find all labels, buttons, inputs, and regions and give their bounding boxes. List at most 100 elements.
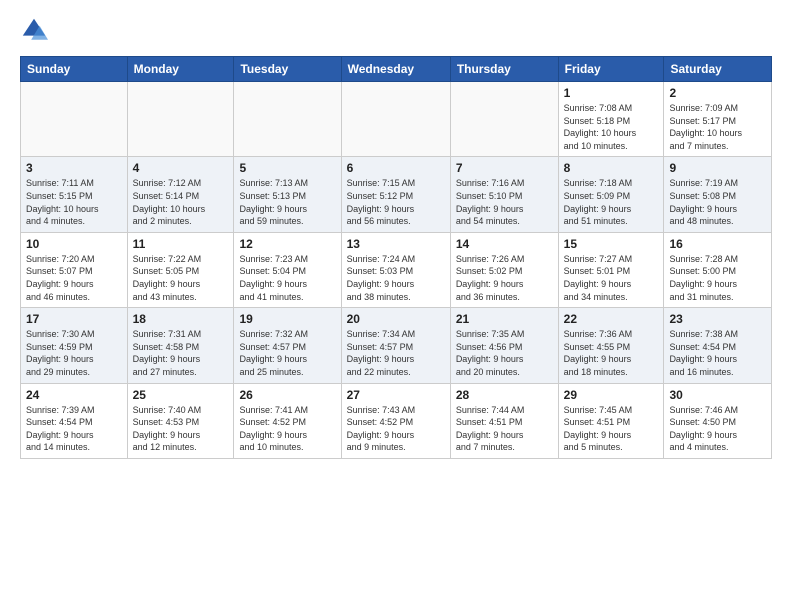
- calendar-cell: [341, 82, 450, 157]
- week-row-1: 1 Sunrise: 7:08 AM Sunset: 5:18 PM Daylig…: [21, 82, 772, 157]
- day-info: Sunrise: 7:24 AM Sunset: 5:03 PM Dayligh…: [347, 253, 445, 303]
- day-number: 17: [26, 312, 122, 326]
- day-number: 16: [669, 237, 766, 251]
- calendar-cell: 9 Sunrise: 7:19 AM Sunset: 5:08 PM Daylig…: [664, 157, 772, 232]
- calendar-cell: 1 Sunrise: 7:08 AM Sunset: 5:18 PM Daylig…: [558, 82, 664, 157]
- week-row-2: 3 Sunrise: 7:11 AM Sunset: 5:15 PM Daylig…: [21, 157, 772, 232]
- day-number: 5: [239, 161, 335, 175]
- day-info: Sunrise: 7:38 AM Sunset: 4:54 PM Dayligh…: [669, 328, 766, 378]
- day-number: 10: [26, 237, 122, 251]
- calendar-cell: [450, 82, 558, 157]
- weekday-header-monday: Monday: [127, 57, 234, 82]
- day-info: Sunrise: 7:19 AM Sunset: 5:08 PM Dayligh…: [669, 177, 766, 227]
- day-number: 21: [456, 312, 553, 326]
- day-info: Sunrise: 7:32 AM Sunset: 4:57 PM Dayligh…: [239, 328, 335, 378]
- weekday-header-sunday: Sunday: [21, 57, 128, 82]
- day-number: 9: [669, 161, 766, 175]
- day-info: Sunrise: 7:43 AM Sunset: 4:52 PM Dayligh…: [347, 404, 445, 454]
- day-number: 29: [564, 388, 659, 402]
- page: SundayMondayTuesdayWednesdayThursdayFrid…: [0, 0, 792, 475]
- day-info: Sunrise: 7:23 AM Sunset: 5:04 PM Dayligh…: [239, 253, 335, 303]
- day-info: Sunrise: 7:45 AM Sunset: 4:51 PM Dayligh…: [564, 404, 659, 454]
- calendar-cell: 26Sunrise: 7:41 AM Sunset: 4:52 PM Dayli…: [234, 383, 341, 458]
- day-info: Sunrise: 7:28 AM Sunset: 5:00 PM Dayligh…: [669, 253, 766, 303]
- logo-icon: [20, 16, 48, 44]
- calendar-cell: 14Sunrise: 7:26 AM Sunset: 5:02 PM Dayli…: [450, 232, 558, 307]
- day-info: Sunrise: 7:08 AM Sunset: 5:18 PM Dayligh…: [564, 102, 659, 152]
- day-info: Sunrise: 7:35 AM Sunset: 4:56 PM Dayligh…: [456, 328, 553, 378]
- day-info: Sunrise: 7:34 AM Sunset: 4:57 PM Dayligh…: [347, 328, 445, 378]
- day-number: 6: [347, 161, 445, 175]
- day-number: 7: [456, 161, 553, 175]
- day-number: 23: [669, 312, 766, 326]
- calendar-cell: 28Sunrise: 7:44 AM Sunset: 4:51 PM Dayli…: [450, 383, 558, 458]
- day-number: 15: [564, 237, 659, 251]
- day-number: 2: [669, 86, 766, 100]
- week-row-4: 17 Sunrise: 7:30 AM Sunset: 4:59 PM Dayli…: [21, 308, 772, 383]
- day-number: 24: [26, 388, 122, 402]
- calendar-cell: 24 Sunrise: 7:39 AM Sunset: 4:54 PM Dayli…: [21, 383, 128, 458]
- calendar-cell: 13Sunrise: 7:24 AM Sunset: 5:03 PM Dayli…: [341, 232, 450, 307]
- day-number: 3: [26, 161, 122, 175]
- calendar-cell: 7 Sunrise: 7:16 AM Sunset: 5:10 PM Daylig…: [450, 157, 558, 232]
- day-number: 11: [133, 237, 229, 251]
- calendar-cell: 6Sunrise: 7:15 AM Sunset: 5:12 PM Daylig…: [341, 157, 450, 232]
- day-info: Sunrise: 7:30 AM Sunset: 4:59 PM Dayligh…: [26, 328, 122, 378]
- day-info: Sunrise: 7:16 AM Sunset: 5:10 PM Dayligh…: [456, 177, 553, 227]
- day-number: 25: [133, 388, 229, 402]
- calendar-cell: 22 Sunrise: 7:36 AM Sunset: 4:55 PM Dayli…: [558, 308, 664, 383]
- day-info: Sunrise: 7:27 AM Sunset: 5:01 PM Dayligh…: [564, 253, 659, 303]
- day-info: Sunrise: 7:36 AM Sunset: 4:55 PM Dayligh…: [564, 328, 659, 378]
- day-number: 4: [133, 161, 229, 175]
- weekday-header-tuesday: Tuesday: [234, 57, 341, 82]
- weekday-header-row: SundayMondayTuesdayWednesdayThursdayFrid…: [21, 57, 772, 82]
- day-info: Sunrise: 7:09 AM Sunset: 5:17 PM Dayligh…: [669, 102, 766, 152]
- calendar-cell: 18 Sunrise: 7:31 AM Sunset: 4:58 PM Dayli…: [127, 308, 234, 383]
- day-info: Sunrise: 7:20 AM Sunset: 5:07 PM Dayligh…: [26, 253, 122, 303]
- calendar-cell: 11 Sunrise: 7:22 AM Sunset: 5:05 PM Dayli…: [127, 232, 234, 307]
- calendar-cell: 20 Sunrise: 7:34 AM Sunset: 4:57 PM Dayli…: [341, 308, 450, 383]
- weekday-header-saturday: Saturday: [664, 57, 772, 82]
- calendar: SundayMondayTuesdayWednesdayThursdayFrid…: [20, 56, 772, 459]
- day-info: Sunrise: 7:18 AM Sunset: 5:09 PM Dayligh…: [564, 177, 659, 227]
- calendar-cell: 15 Sunrise: 7:27 AM Sunset: 5:01 PM Dayli…: [558, 232, 664, 307]
- day-number: 8: [564, 161, 659, 175]
- calendar-cell: 29 Sunrise: 7:45 AM Sunset: 4:51 PM Dayli…: [558, 383, 664, 458]
- day-number: 20: [347, 312, 445, 326]
- day-info: Sunrise: 7:26 AM Sunset: 5:02 PM Dayligh…: [456, 253, 553, 303]
- day-number: 28: [456, 388, 553, 402]
- calendar-cell: 21 Sunrise: 7:35 AM Sunset: 4:56 PM Dayli…: [450, 308, 558, 383]
- header: [20, 16, 772, 44]
- calendar-cell: 4Sunrise: 7:12 AM Sunset: 5:14 PM Daylig…: [127, 157, 234, 232]
- calendar-cell: 27Sunrise: 7:43 AM Sunset: 4:52 PM Dayli…: [341, 383, 450, 458]
- day-info: Sunrise: 7:31 AM Sunset: 4:58 PM Dayligh…: [133, 328, 229, 378]
- calendar-cell: 2 Sunrise: 7:09 AM Sunset: 5:17 PM Daylig…: [664, 82, 772, 157]
- day-number: 26: [239, 388, 335, 402]
- logo: [20, 16, 52, 44]
- calendar-cell: 30Sunrise: 7:46 AM Sunset: 4:50 PM Dayli…: [664, 383, 772, 458]
- weekday-header-friday: Friday: [558, 57, 664, 82]
- calendar-cell: 10 Sunrise: 7:20 AM Sunset: 5:07 PM Dayli…: [21, 232, 128, 307]
- weekday-header-wednesday: Wednesday: [341, 57, 450, 82]
- day-number: 18: [133, 312, 229, 326]
- calendar-cell: 16 Sunrise: 7:28 AM Sunset: 5:00 PM Dayli…: [664, 232, 772, 307]
- week-row-5: 24 Sunrise: 7:39 AM Sunset: 4:54 PM Dayli…: [21, 383, 772, 458]
- calendar-cell: 19Sunrise: 7:32 AM Sunset: 4:57 PM Dayli…: [234, 308, 341, 383]
- week-row-3: 10 Sunrise: 7:20 AM Sunset: 5:07 PM Dayli…: [21, 232, 772, 307]
- day-info: Sunrise: 7:22 AM Sunset: 5:05 PM Dayligh…: [133, 253, 229, 303]
- calendar-cell: 12 Sunrise: 7:23 AM Sunset: 5:04 PM Dayli…: [234, 232, 341, 307]
- calendar-cell: 23 Sunrise: 7:38 AM Sunset: 4:54 PM Dayli…: [664, 308, 772, 383]
- calendar-cell: [21, 82, 128, 157]
- day-number: 22: [564, 312, 659, 326]
- day-number: 12: [239, 237, 335, 251]
- day-info: Sunrise: 7:40 AM Sunset: 4:53 PM Dayligh…: [133, 404, 229, 454]
- calendar-cell: 17 Sunrise: 7:30 AM Sunset: 4:59 PM Dayli…: [21, 308, 128, 383]
- weekday-header-thursday: Thursday: [450, 57, 558, 82]
- calendar-cell: [127, 82, 234, 157]
- day-info: Sunrise: 7:39 AM Sunset: 4:54 PM Dayligh…: [26, 404, 122, 454]
- day-info: Sunrise: 7:46 AM Sunset: 4:50 PM Dayligh…: [669, 404, 766, 454]
- day-info: Sunrise: 7:13 AM Sunset: 5:13 PM Dayligh…: [239, 177, 335, 227]
- calendar-cell: 5 Sunrise: 7:13 AM Sunset: 5:13 PM Daylig…: [234, 157, 341, 232]
- day-number: 1: [564, 86, 659, 100]
- day-info: Sunrise: 7:11 AM Sunset: 5:15 PM Dayligh…: [26, 177, 122, 227]
